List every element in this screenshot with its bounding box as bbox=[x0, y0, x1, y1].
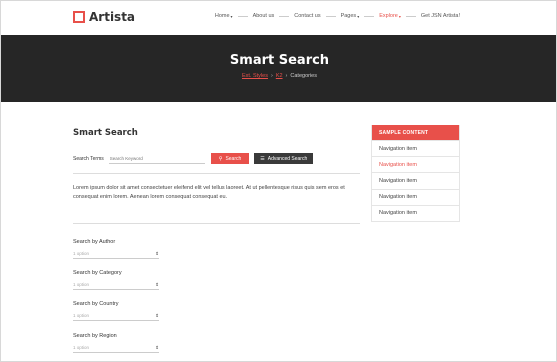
intro-text: Lorem ipsum dolor sit amet consectetuer … bbox=[73, 185, 345, 200]
nav-item-get-artista[interactable]: Get JSN Artista! bbox=[421, 13, 460, 19]
search-input[interactable] bbox=[108, 153, 205, 164]
nav-separator bbox=[325, 15, 336, 17]
select-arrows-icon: ⇕ bbox=[155, 312, 159, 318]
search-form: Search Terms ⚲ Search ☰ Advanced Search bbox=[73, 153, 314, 164]
logo[interactable]: Artista bbox=[73, 10, 135, 24]
filter-label: Search by Region bbox=[73, 333, 117, 339]
search-button[interactable]: ⚲ Search bbox=[210, 153, 250, 164]
select-arrows-icon: ⇕ bbox=[155, 281, 159, 287]
breadcrumb-separator-icon: › bbox=[285, 73, 288, 79]
select-value: 1 option bbox=[73, 313, 90, 318]
advanced-search-button[interactable]: ☰ Advanced Search bbox=[254, 153, 314, 164]
nav-item-pages[interactable]: Pages ▾ bbox=[341, 13, 360, 19]
breadcrumb: Ext. Styles › K2 › Categories bbox=[1, 73, 556, 79]
section-heading: Smart Search bbox=[73, 128, 138, 138]
logo-text: Artista bbox=[89, 10, 136, 24]
sidebar-nav-item[interactable]: Navigation item bbox=[372, 140, 459, 156]
sidebar-nav-item[interactable]: Navigation item bbox=[372, 188, 459, 205]
breadcrumb-separator-icon: › bbox=[270, 73, 273, 79]
sidebar-sample-content: SAMPLE CONTENT Navigation item Navigatio… bbox=[371, 125, 460, 222]
nav-label: Get JSN Artista! bbox=[420, 13, 460, 19]
sidebar-nav-item-active[interactable]: Navigation item bbox=[372, 156, 459, 172]
page-hero: Smart Search Ext. Styles › K2 › Categori… bbox=[1, 35, 556, 102]
sidebar-nav-item[interactable]: Navigation item bbox=[372, 172, 459, 188]
breadcrumb-link-k2[interactable]: K2 bbox=[276, 73, 283, 79]
nav-item-explore[interactable]: Explore ▾ bbox=[379, 13, 401, 19]
divider bbox=[73, 173, 360, 174]
nav-label: About us bbox=[252, 13, 275, 19]
category-select[interactable]: 1 option ⇕ bbox=[73, 280, 159, 290]
select-arrows-icon: ⇕ bbox=[155, 250, 159, 256]
author-select[interactable]: 1 option ⇕ bbox=[73, 249, 159, 259]
nav-item-contact-us[interactable]: Contact us bbox=[294, 13, 320, 19]
top-header: Artista Home ▾ About us Contact us Pages ▾… bbox=[1, 1, 556, 35]
nav-separator bbox=[364, 15, 375, 17]
filter-label: Search by Country bbox=[73, 301, 119, 307]
search-button-label: Search bbox=[225, 155, 242, 162]
page-title: Smart Search bbox=[229, 53, 330, 68]
chevron-down-icon: ▾ bbox=[230, 13, 233, 19]
nav-separator bbox=[405, 15, 416, 17]
sidebar-nav-item[interactable]: Navigation item bbox=[372, 204, 459, 221]
filter-category: Search by Category 1 option ⇕ bbox=[73, 270, 159, 290]
logo-square-icon bbox=[73, 11, 85, 23]
filter-label: Search by Author bbox=[73, 239, 116, 245]
filter-region: Search by Region 1 option ⇕ bbox=[73, 333, 159, 353]
chevron-down-icon: ▾ bbox=[398, 13, 401, 19]
chevron-down-icon: ▾ bbox=[357, 13, 360, 19]
filter-label: Search by Category bbox=[73, 270, 122, 276]
select-value: 1 option bbox=[73, 251, 90, 256]
nav-item-home[interactable]: Home ▾ bbox=[215, 13, 233, 19]
main-nav: Home ▾ About us Contact us Pages ▾ Explore… bbox=[215, 13, 460, 19]
nav-label: Explore bbox=[379, 13, 398, 19]
breadcrumb-link-ext-styles[interactable]: Ext. Styles bbox=[242, 73, 268, 79]
search-icon: ⚲ bbox=[218, 155, 223, 162]
advanced-search-label: Advanced Search bbox=[267, 155, 308, 162]
nav-label: Home bbox=[214, 13, 230, 19]
nav-separator bbox=[237, 15, 248, 17]
breadcrumb-current: Categories bbox=[290, 73, 317, 79]
sidebar-title: SAMPLE CONTENT bbox=[372, 125, 459, 140]
select-arrows-icon: ⇕ bbox=[155, 344, 159, 350]
nav-separator bbox=[279, 15, 290, 17]
nav-item-about-us[interactable]: About us bbox=[253, 13, 275, 19]
divider bbox=[73, 223, 360, 224]
filter-country: Search by Country 1 option ⇕ bbox=[73, 301, 159, 321]
nav-label: Contact us bbox=[294, 13, 321, 19]
filter-author: Search by Author 1 option ⇕ bbox=[73, 239, 159, 259]
country-select[interactable]: 1 option ⇕ bbox=[73, 311, 159, 321]
search-terms-label: Search Terms bbox=[73, 155, 104, 162]
nav-label: Pages bbox=[340, 13, 357, 19]
list-icon: ☰ bbox=[260, 155, 265, 162]
region-select[interactable]: 1 option ⇕ bbox=[73, 343, 159, 353]
select-value: 1 option bbox=[73, 282, 90, 287]
page-frame: Artista Home ▾ About us Contact us Pages ▾… bbox=[0, 0, 557, 362]
select-value: 1 option bbox=[73, 345, 90, 350]
